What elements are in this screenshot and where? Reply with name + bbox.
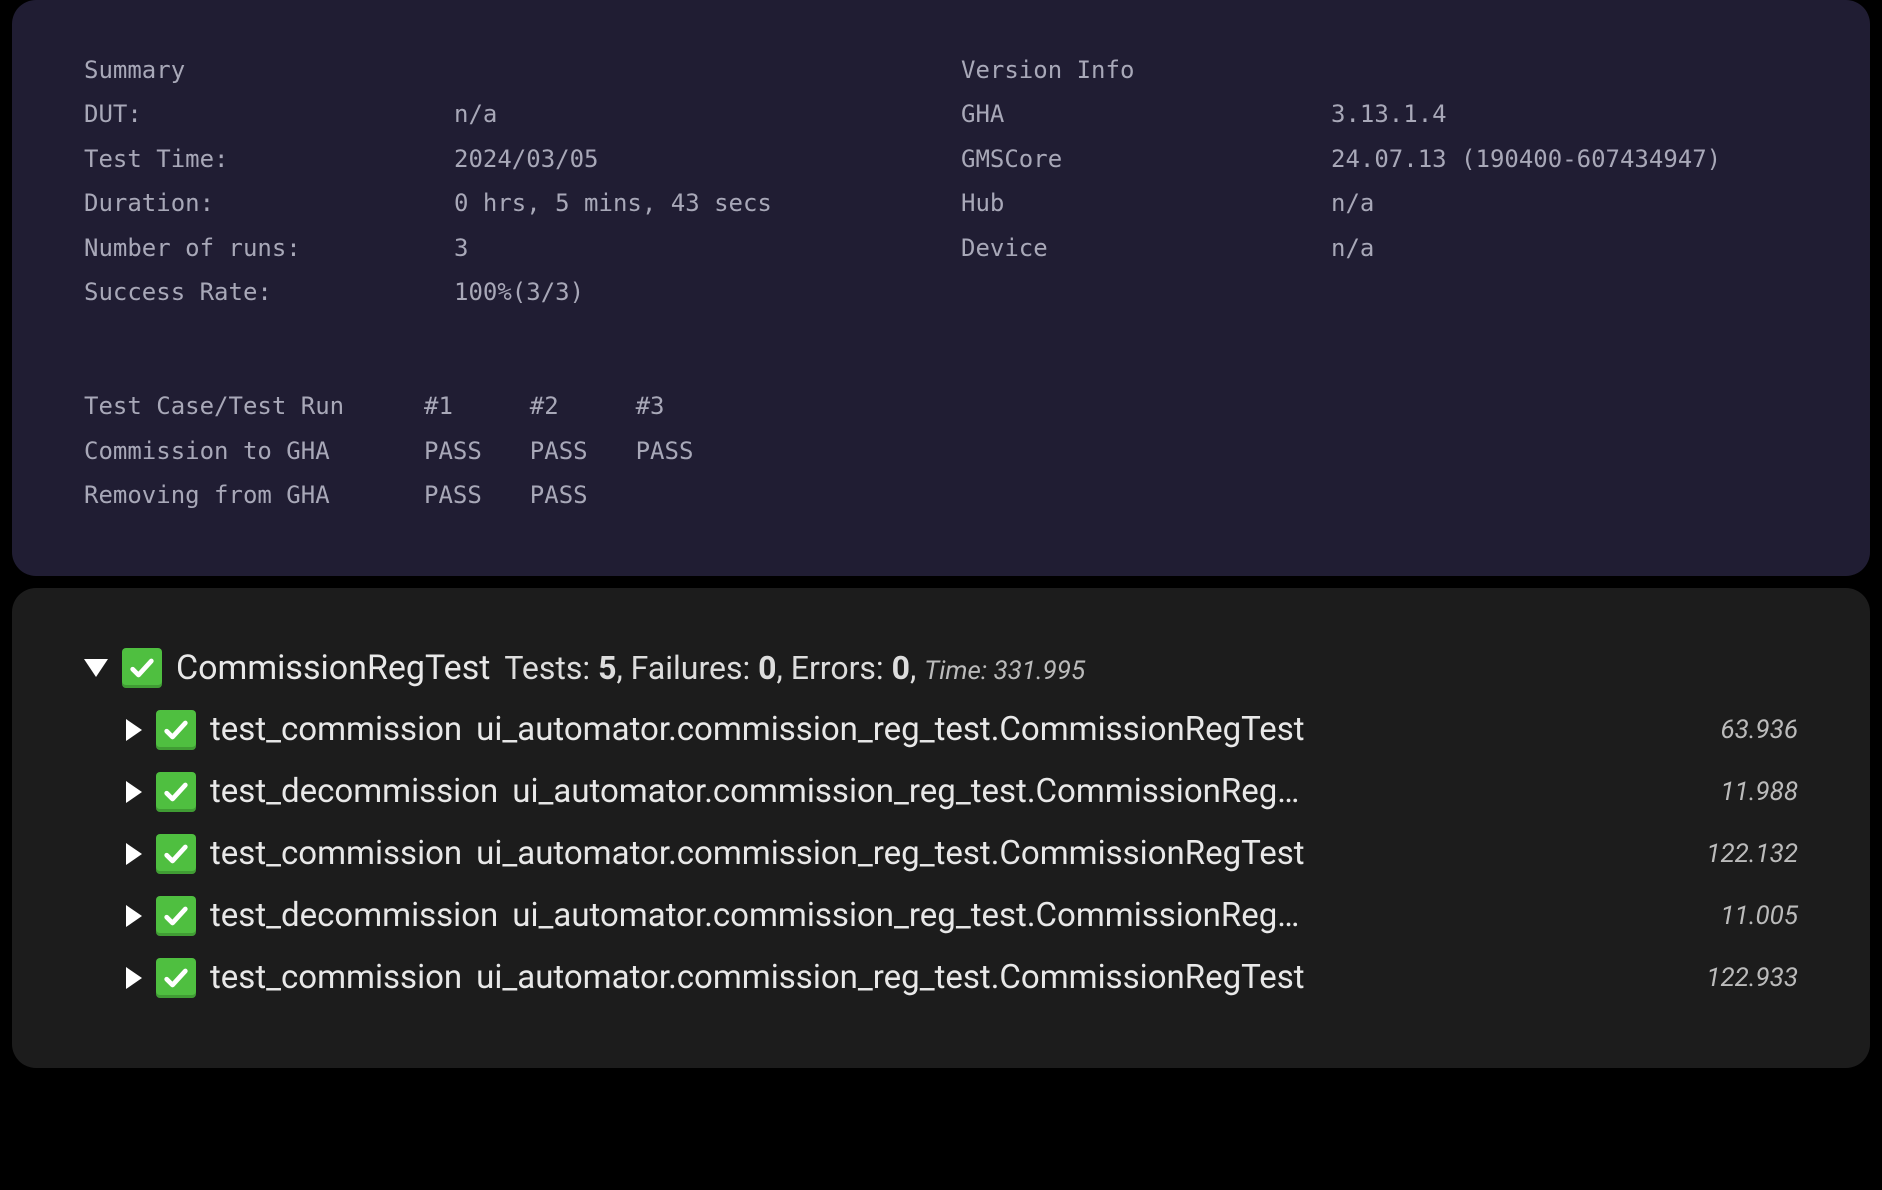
- test-row[interactable]: test_decommission ui_automator.commissio…: [126, 772, 1798, 812]
- suite-row[interactable]: CommissionRegTest Tests: 5, Failures: 0,…: [84, 648, 1798, 688]
- version-value: 3.13.1.4: [1331, 92, 1447, 136]
- summary-value: n/a: [454, 92, 497, 136]
- runs-header-row: Test Case/Test Run #1 #2 #3: [84, 384, 741, 428]
- version-column: Version Info GHA3.13.1.4 GMSCore24.07.13…: [961, 48, 1798, 314]
- runs-cell: PASS: [636, 429, 742, 473]
- summary-key: Test Time:: [84, 137, 454, 181]
- runs-row-name: Commission to GHA: [84, 429, 424, 473]
- version-heading: Version Info: [961, 48, 1331, 92]
- test-row[interactable]: test_commission ui_automator.commission_…: [126, 710, 1798, 750]
- runs-header-col: #1: [424, 384, 530, 428]
- test-tree-panel: CommissionRegTest Tests: 5, Failures: 0,…: [12, 588, 1870, 1068]
- test-path: ui_automator.commission_reg_test.Commiss…: [476, 958, 1304, 997]
- test-path: ui_automator.commission_reg_test.Commiss…: [476, 710, 1304, 749]
- summary-value: 0 hrs, 5 mins, 43 secs: [454, 181, 772, 225]
- test-name: test_commission: [210, 710, 462, 749]
- runs-cell: PASS: [424, 473, 530, 517]
- check-icon: [156, 896, 196, 936]
- check-icon: [156, 834, 196, 874]
- test-name: test_commission: [210, 958, 462, 997]
- check-icon: [156, 772, 196, 812]
- version-key: Hub: [961, 181, 1331, 225]
- suite-name: CommissionRegTest: [176, 648, 490, 688]
- summary-value: 2024/03/05: [454, 137, 599, 181]
- check-icon: [156, 958, 196, 998]
- summary-key: Success Rate:: [84, 270, 454, 314]
- runs-header-col: #3: [636, 384, 742, 428]
- summary-value: 100%(3/3): [454, 270, 584, 314]
- version-key: Device: [961, 226, 1331, 270]
- summary-value: 3: [454, 226, 468, 270]
- summary-panel: Summary DUT:n/a Test Time:2024/03/05 Dur…: [12, 0, 1870, 576]
- test-name: test_decommission: [210, 772, 498, 811]
- expand-icon[interactable]: [126, 967, 142, 989]
- summary-key: DUT:: [84, 92, 454, 136]
- expand-icon[interactable]: [126, 719, 142, 741]
- test-time: 122.132: [1706, 839, 1798, 869]
- summary-key: Duration:: [84, 181, 454, 225]
- test-time: 11.005: [1721, 901, 1799, 931]
- test-path: ui_automator.commission_reg_test.Commiss…: [512, 896, 1299, 935]
- expand-icon[interactable]: [126, 843, 142, 865]
- test-row[interactable]: test_commission ui_automator.commission_…: [126, 958, 1798, 998]
- test-time: 11.988: [1721, 777, 1799, 807]
- runs-header-name: Test Case/Test Run: [84, 384, 424, 428]
- test-time: 63.936: [1721, 715, 1799, 745]
- test-path: ui_automator.commission_reg_test.Commiss…: [512, 772, 1299, 811]
- runs-row: Removing from GHA PASS PASS: [84, 473, 741, 517]
- check-icon: [122, 648, 162, 688]
- check-icon: [156, 710, 196, 750]
- runs-row: Commission to GHA PASS PASS PASS: [84, 429, 741, 473]
- runs-cell: PASS: [530, 473, 636, 517]
- test-time: 122.933: [1706, 963, 1798, 993]
- runs-cell: PASS: [424, 429, 530, 473]
- version-key: GHA: [961, 92, 1331, 136]
- version-key: GMSCore: [961, 137, 1331, 181]
- test-name: test_decommission: [210, 896, 498, 935]
- summary-column: Summary DUT:n/a Test Time:2024/03/05 Dur…: [84, 48, 921, 314]
- suite-summary: Tests: 5, Failures: 0, Errors: 0, Time: …: [504, 649, 1085, 687]
- version-value: n/a: [1331, 226, 1374, 270]
- version-value: 24.07.13 (190400-607434947): [1331, 137, 1721, 181]
- expand-icon[interactable]: [126, 781, 142, 803]
- runs-cell: [636, 473, 742, 517]
- test-row[interactable]: test_decommission ui_automator.commissio…: [126, 896, 1798, 936]
- runs-row-name: Removing from GHA: [84, 473, 424, 517]
- test-row[interactable]: test_commission ui_automator.commission_…: [126, 834, 1798, 874]
- test-path: ui_automator.commission_reg_test.Commiss…: [476, 834, 1304, 873]
- version-value: n/a: [1331, 181, 1374, 225]
- runs-cell: PASS: [530, 429, 636, 473]
- expand-icon[interactable]: [126, 905, 142, 927]
- collapse-icon[interactable]: [84, 659, 108, 677]
- summary-heading: Summary: [84, 48, 454, 92]
- summary-key: Number of runs:: [84, 226, 454, 270]
- test-name: test_commission: [210, 834, 462, 873]
- runs-table: Test Case/Test Run #1 #2 #3 Commission t…: [84, 384, 741, 517]
- runs-header-col: #2: [530, 384, 636, 428]
